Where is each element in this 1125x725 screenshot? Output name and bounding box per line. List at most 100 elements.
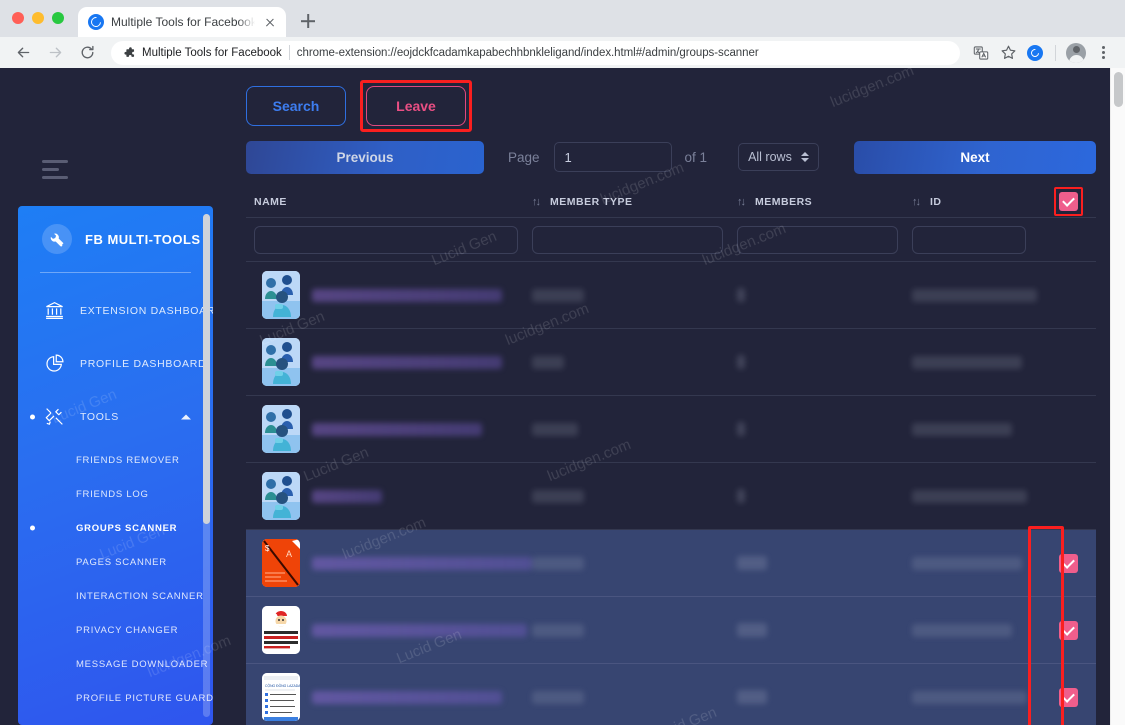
cell-row-select — [1040, 688, 1096, 707]
row-checkbox[interactable] — [1059, 688, 1078, 707]
sidebar-menu: EXTENSION DASHBOARD PROFILE DASHBOARD — [18, 284, 213, 725]
sort-updown-icon[interactable]: ↑↓ — [532, 196, 539, 208]
address-bar[interactable]: Multiple Tools for Facebook chrome-exten… — [111, 41, 960, 65]
filter-input-id[interactable] — [912, 226, 1026, 254]
sidebar-item-friends-log[interactable]: FRIENDS LOG — [18, 477, 213, 511]
filter-input-name[interactable] — [254, 226, 518, 254]
star-icon[interactable] — [996, 41, 1020, 65]
forward-arrow-icon[interactable] — [40, 39, 70, 67]
sidebar-scrollbar-thumb[interactable] — [203, 214, 210, 524]
cell-members — [737, 288, 912, 302]
kebab-menu-icon[interactable] — [1091, 41, 1115, 65]
table-row[interactable] — [246, 597, 1096, 664]
previous-page-button[interactable]: Previous — [246, 141, 484, 174]
sidebar-item-label: GROUPS SCANNER — [76, 523, 177, 534]
table-row[interactable] — [246, 262, 1096, 329]
maximize-window-button[interactable] — [52, 12, 64, 24]
page-number-input[interactable] — [554, 142, 672, 172]
column-header-name[interactable]: NAME — [246, 196, 532, 208]
cell-id — [912, 691, 1040, 704]
browser-tab[interactable]: Multiple Tools for Facebook by — [78, 7, 286, 37]
table-row[interactable] — [246, 329, 1096, 396]
cell-id-value-redacted — [912, 423, 1012, 436]
filter-input-members[interactable] — [737, 226, 898, 254]
sidebar-toggle-hamburger-icon[interactable] — [42, 160, 68, 179]
people-illustration-avatar — [262, 405, 300, 453]
wrench-icon — [42, 224, 72, 254]
sidebar-item-tools[interactable]: TOOLS — [18, 390, 213, 443]
new-tab-button[interactable] — [294, 7, 322, 35]
cell-members — [737, 623, 912, 637]
sidebar-item-profile-dashboard[interactable]: PROFILE DASHBOARD — [18, 337, 213, 390]
minimize-window-button[interactable] — [32, 12, 44, 24]
column-header-member-type[interactable]: ↑↓ MEMBER TYPE — [532, 196, 737, 208]
filter-cell-member-type — [532, 226, 737, 254]
sidebar-item-extension-dashboard[interactable]: EXTENSION DASHBOARD — [18, 284, 213, 337]
sidebar-item-label: EXTENSION DASHBOARD — [80, 305, 213, 317]
cell-name — [246, 405, 532, 453]
sort-updown-icon[interactable]: ↑↓ — [912, 196, 919, 208]
cell-member-type-value-redacted — [532, 691, 584, 704]
cell-member-type — [532, 557, 737, 570]
cell-member-type-value-redacted — [532, 356, 564, 369]
table-row[interactable]: CỘNG ĐỒNG LAZADA VIỆT N — [246, 664, 1096, 725]
close-window-button[interactable] — [12, 12, 24, 24]
rows-per-page-select[interactable]: All rows — [738, 143, 819, 171]
page-scrollbar[interactable] — [1110, 68, 1125, 725]
cell-id-value-redacted — [912, 624, 1012, 637]
search-button[interactable]: Search — [246, 86, 346, 126]
sidebar-item-pages-scanner[interactable]: PAGES SCANNER — [18, 545, 213, 579]
close-tab-icon[interactable] — [262, 14, 278, 30]
tools-icon — [42, 405, 66, 429]
action-button-row: Search Leave — [246, 82, 1096, 130]
table-row[interactable] — [246, 396, 1096, 463]
sidebar-item-privacy-changer[interactable]: PRIVACY CHANGER — [18, 613, 213, 647]
cell-id — [912, 423, 1040, 436]
table-row[interactable]: $A — [246, 530, 1096, 597]
cell-members — [737, 556, 912, 570]
toolbar-icons — [969, 41, 1115, 65]
sidebar-item-friends-remover[interactable]: FRIENDS REMOVER — [18, 443, 213, 477]
cell-id-value-redacted — [912, 356, 1022, 369]
orange-graphic-avatar: $A — [262, 539, 300, 587]
row-checkbox[interactable] — [1059, 621, 1078, 640]
sidebar-item-groups-scanner[interactable]: GROUPS SCANNER — [18, 511, 213, 545]
sidebar-item-interaction-scanner[interactable]: INTERACTION SCANNER — [18, 579, 213, 613]
next-page-button[interactable]: Next — [854, 141, 1096, 174]
sidebar-item-who-is-active[interactable]: WHO IS ACTIVE — [18, 715, 213, 725]
cell-member-type — [532, 423, 737, 436]
cell-name-value-redacted — [312, 490, 382, 503]
sort-updown-icon[interactable]: ↑↓ — [737, 196, 744, 208]
page-scrollbar-thumb[interactable] — [1114, 72, 1123, 107]
sidebar-item-label: INTERACTION SCANNER — [76, 591, 204, 602]
profile-avatar-icon[interactable] — [1064, 41, 1088, 65]
sidebar-item-profile-picture-guard[interactable]: PROFILE PICTURE GUARD — [18, 681, 213, 715]
cell-member-type — [532, 490, 737, 503]
translate-icon[interactable] — [969, 41, 993, 65]
filter-input-member-type[interactable] — [532, 226, 723, 254]
cell-member-type-value-redacted — [532, 624, 584, 637]
extension-app: FB MULTI-TOOLS EXTENSION DASHBOARD — [0, 68, 1110, 725]
omnibox-separator — [289, 45, 290, 60]
people-illustration-avatar — [262, 472, 300, 520]
cell-member-type-value-redacted — [532, 289, 584, 302]
table-row[interactable] — [246, 463, 1096, 530]
cell-member-type-value-redacted — [532, 423, 578, 436]
cell-member-type — [532, 289, 737, 302]
leave-button[interactable]: Leave — [366, 86, 466, 126]
sidebar: FB MULTI-TOOLS EXTENSION DASHBOARD — [18, 206, 213, 725]
row-checkbox[interactable] — [1059, 554, 1078, 573]
column-header-members[interactable]: ↑↓ MEMBERS — [737, 196, 912, 208]
facebook-tools-extension-icon[interactable] — [1023, 41, 1047, 65]
reload-icon[interactable] — [72, 39, 102, 67]
back-arrow-icon[interactable] — [8, 39, 38, 67]
cell-members-value-redacted — [737, 623, 767, 637]
main-content: Search Leave Previous Page of 1 All rows — [232, 68, 1110, 725]
cell-name-value-redacted — [312, 423, 482, 436]
cell-id-value-redacted — [912, 557, 1022, 570]
svg-text:A: A — [286, 549, 292, 559]
column-header-id[interactable]: ↑↓ ID — [912, 196, 1040, 208]
sidebar-item-message-downloader[interactable]: MESSAGE DOWNLOADER — [18, 647, 213, 681]
column-header-label: MEMBER TYPE — [550, 196, 633, 208]
select-all-checkbox[interactable] — [1059, 192, 1078, 211]
